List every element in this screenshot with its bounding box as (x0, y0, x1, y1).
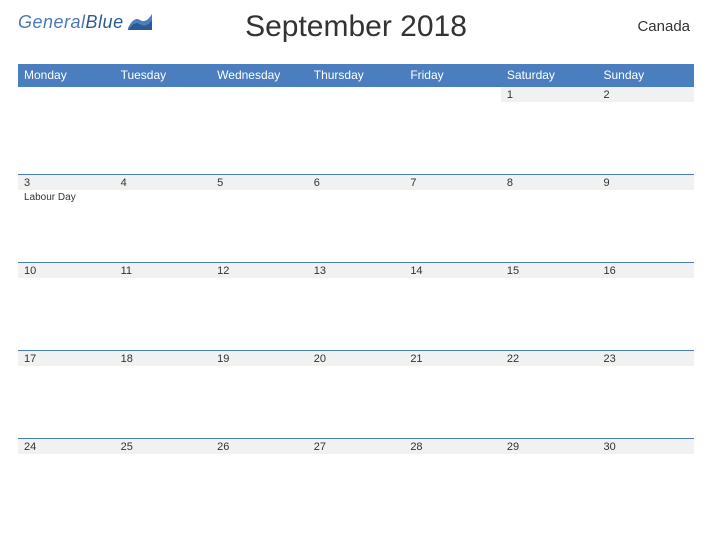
weekday-header: Friday (404, 64, 501, 86)
logo-text: GeneralBlue (18, 12, 124, 33)
day-number: 11 (115, 262, 212, 278)
day-number: 30 (597, 438, 694, 454)
day-number: 15 (501, 262, 598, 278)
day-cell (115, 190, 212, 262)
day-cell (404, 102, 501, 174)
day-number: 5 (211, 174, 308, 190)
day-number (404, 86, 501, 102)
day-cell (308, 102, 405, 174)
day-cell (404, 278, 501, 350)
calendar-grid: Monday Tuesday Wednesday Thursday Friday… (18, 64, 694, 526)
weekday-header: Thursday (308, 64, 405, 86)
day-number: 13 (308, 262, 405, 278)
day-cell (404, 366, 501, 438)
day-cell (501, 454, 598, 526)
day-cell (597, 454, 694, 526)
logo-wave-icon (128, 14, 152, 35)
day-cell (18, 102, 115, 174)
day-number: 4 (115, 174, 212, 190)
calendar-title: September 2018 (245, 10, 467, 44)
logo: GeneralBlue (18, 12, 152, 35)
day-number: 17 (18, 350, 115, 366)
day-number: 7 (404, 174, 501, 190)
day-number: 26 (211, 438, 308, 454)
day-cell (597, 366, 694, 438)
day-number: 9 (597, 174, 694, 190)
day-cell (18, 454, 115, 526)
week-row: 10 11 12 13 14 15 16 (18, 262, 694, 278)
day-cell (597, 102, 694, 174)
day-number: 27 (308, 438, 405, 454)
calendar-region: Canada (637, 18, 690, 35)
day-cell (308, 190, 405, 262)
day-cell (404, 190, 501, 262)
day-cell (18, 366, 115, 438)
day-number (211, 86, 308, 102)
weekday-header: Monday (18, 64, 115, 86)
week-row: 17 18 19 20 21 22 23 (18, 350, 694, 366)
day-number: 6 (308, 174, 405, 190)
day-number: 18 (115, 350, 212, 366)
day-cell (501, 278, 598, 350)
day-number: 24 (18, 438, 115, 454)
day-number: 28 (404, 438, 501, 454)
day-cell (211, 102, 308, 174)
day-number: 12 (211, 262, 308, 278)
day-number (115, 86, 212, 102)
week-body (18, 102, 694, 174)
day-number: 1 (501, 86, 598, 102)
day-cell (501, 366, 598, 438)
day-number: 23 (597, 350, 694, 366)
day-cell (211, 278, 308, 350)
calendar-header: GeneralBlue September 2018 Canada (18, 10, 694, 58)
weekday-header: Saturday (501, 64, 598, 86)
day-number: 20 (308, 350, 405, 366)
day-number: 22 (501, 350, 598, 366)
weekday-header: Tuesday (115, 64, 212, 86)
weekday-header: Sunday (597, 64, 694, 86)
day-cell: Labour Day (18, 190, 115, 262)
day-number (18, 86, 115, 102)
day-cell (501, 190, 598, 262)
day-number: 16 (597, 262, 694, 278)
day-number: 14 (404, 262, 501, 278)
day-cell (115, 278, 212, 350)
weekday-header: Wednesday (211, 64, 308, 86)
week-row: 1 2 (18, 86, 694, 102)
day-number: 3 (18, 174, 115, 190)
day-cell (115, 454, 212, 526)
day-number (308, 86, 405, 102)
day-number: 19 (211, 350, 308, 366)
week-body: Labour Day (18, 190, 694, 262)
day-number: 2 (597, 86, 694, 102)
weekday-header-row: Monday Tuesday Wednesday Thursday Friday… (18, 64, 694, 86)
day-cell (308, 278, 405, 350)
day-cell (597, 190, 694, 262)
day-number: 29 (501, 438, 598, 454)
day-cell (501, 102, 598, 174)
day-cell (308, 366, 405, 438)
week-row: 24 25 26 27 28 29 30 (18, 438, 694, 454)
week-row: 3 4 5 6 7 8 9 (18, 174, 694, 190)
day-cell (597, 278, 694, 350)
day-cell (115, 102, 212, 174)
day-cell (404, 454, 501, 526)
day-number: 25 (115, 438, 212, 454)
day-number: 21 (404, 350, 501, 366)
week-body (18, 278, 694, 350)
day-cell (211, 366, 308, 438)
day-cell (211, 454, 308, 526)
day-number: 10 (18, 262, 115, 278)
week-body (18, 366, 694, 438)
day-number: 8 (501, 174, 598, 190)
day-cell (308, 454, 405, 526)
day-cell (18, 278, 115, 350)
day-cell (115, 366, 212, 438)
day-cell (211, 190, 308, 262)
week-body (18, 454, 694, 526)
